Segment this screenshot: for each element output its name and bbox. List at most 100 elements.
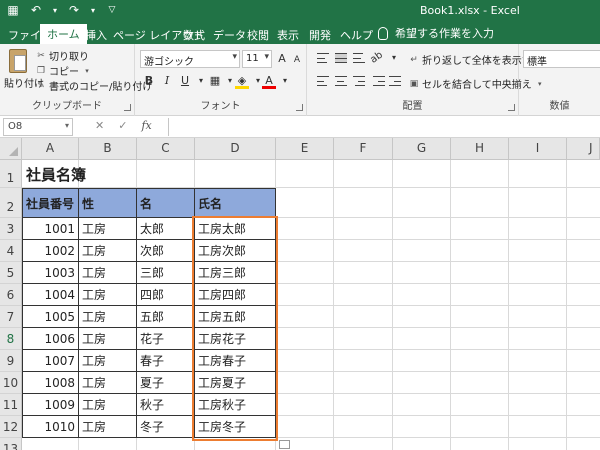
row-header-11[interactable]: 11 (0, 394, 22, 416)
copy-button[interactable]: ❐ コピー ▾ (36, 63, 92, 79)
redo-icon[interactable]: ↷ (67, 3, 81, 17)
column-header-j[interactable]: J (567, 138, 600, 160)
align-center-icon[interactable] (335, 76, 347, 86)
cell-given-name[interactable]: 太郎 (136, 217, 195, 240)
font-color-button[interactable]: A (262, 73, 276, 89)
font-size-select[interactable]: 11 ▾ (242, 50, 272, 68)
orientation-icon[interactable]: ab (367, 47, 388, 68)
cell-employee-id[interactable]: 1010 (22, 415, 79, 438)
row-header-13[interactable]: 13 (0, 438, 22, 450)
sheet-title-cell[interactable]: 社員名簿 (22, 160, 172, 188)
cell-surname[interactable]: 工房 (78, 305, 137, 328)
column-header-e[interactable]: E (276, 138, 334, 160)
tab-developer[interactable]: 開発 (309, 25, 331, 45)
underline-button[interactable]: U (178, 73, 192, 89)
insert-function-icon[interactable]: fx (141, 119, 151, 132)
cell-employee-id[interactable]: 1005 (22, 305, 79, 328)
column-header-f[interactable]: F (334, 138, 393, 160)
cell-surname[interactable]: 工房 (78, 371, 137, 394)
cell-given-name[interactable]: 秋子 (136, 393, 195, 416)
cell-given-name[interactable]: 夏子 (136, 371, 195, 394)
cell-given-name[interactable]: 四郎 (136, 283, 195, 306)
cell-employee-id[interactable]: 1003 (22, 261, 79, 284)
align-left-icon[interactable] (317, 76, 329, 86)
tell-me-box[interactable]: 希望する作業を入力 (378, 25, 494, 41)
tab-home[interactable]: ホーム (40, 24, 87, 44)
column-header-d[interactable]: D (195, 138, 276, 160)
column-header-i[interactable]: I (509, 138, 567, 160)
italic-button[interactable]: I (160, 73, 174, 89)
cell-employee-id[interactable]: 1004 (22, 283, 79, 306)
column-header-c[interactable]: C (137, 138, 195, 160)
tab-insert[interactable]: 挿入 (85, 25, 107, 45)
chevron-down-icon[interactable]: ▾ (194, 73, 208, 89)
undo-icon[interactable]: ↶ (29, 3, 43, 17)
tab-review[interactable]: 校閲 (247, 25, 269, 45)
bold-button[interactable]: B (142, 73, 156, 89)
clipboard-launcher-icon[interactable] (124, 104, 131, 111)
row-header-8[interactable]: 8 (0, 328, 22, 350)
column-header-h[interactable]: H (451, 138, 509, 160)
row-header-2[interactable]: 2 (0, 188, 22, 218)
chevron-down-icon[interactable]: ▾ (278, 73, 292, 89)
cell-given-name[interactable]: 五郎 (136, 305, 195, 328)
save-icon[interactable]: ▦ (6, 3, 20, 17)
row-header-10[interactable]: 10 (0, 372, 22, 394)
chevron-down-icon[interactable]: ▾ (387, 50, 401, 66)
cell-surname[interactable]: 工房 (78, 393, 137, 416)
select-all-corner[interactable] (0, 138, 22, 160)
cut-button[interactable]: ✂ 切り取り (36, 48, 89, 64)
cell-given-name[interactable]: 三郎 (136, 261, 195, 284)
cell-employee-id[interactable]: 1008 (22, 371, 79, 394)
confirm-icon[interactable]: ✓ (118, 119, 127, 132)
cell-given-name[interactable]: 冬子 (136, 415, 195, 438)
row-header-3[interactable]: 3 (0, 218, 22, 240)
name-box[interactable]: O8 ▾ (3, 118, 73, 136)
borders-icon[interactable]: ▦ (208, 73, 222, 89)
cell-given-name[interactable]: 次郎 (136, 239, 195, 262)
cell-surname[interactable]: 工房 (78, 415, 137, 438)
formula-input[interactable] (168, 118, 600, 136)
cell-employee-id[interactable]: 1002 (22, 239, 79, 262)
tab-view[interactable]: 表示 (277, 25, 299, 45)
cell-employee-id[interactable]: 1006 (22, 327, 79, 350)
row-header-12[interactable]: 12 (0, 416, 22, 438)
align-top-icon[interactable] (317, 53, 329, 63)
align-right-icon[interactable] (353, 76, 365, 86)
cell-given-name[interactable]: 花子 (136, 327, 195, 350)
cell-employee-id[interactable]: 1007 (22, 349, 79, 372)
undo-dropdown-icon[interactable]: ▾ (52, 3, 58, 17)
column-header-a[interactable]: A (22, 138, 79, 160)
row-header-6[interactable]: 6 (0, 284, 22, 306)
cell-employee-id[interactable]: 1001 (22, 217, 79, 240)
increase-indent-icon[interactable] (389, 76, 401, 86)
paste-icon[interactable] (9, 49, 27, 73)
cell-surname[interactable]: 工房 (78, 261, 137, 284)
column-header-b[interactable]: B (79, 138, 137, 160)
cell-employee-id[interactable]: 1009 (22, 393, 79, 416)
column-header-g[interactable]: G (393, 138, 451, 160)
row-header-7[interactable]: 7 (0, 306, 22, 328)
cell-surname[interactable]: 工房 (78, 217, 137, 240)
tab-data[interactable]: データ (213, 25, 246, 45)
align-middle-icon[interactable] (335, 53, 347, 63)
header-cell-surname[interactable]: 性 (78, 188, 137, 218)
redo-dropdown-icon[interactable]: ▾ (90, 3, 96, 17)
cell-surname[interactable]: 工房 (78, 327, 137, 350)
header-cell-full-name[interactable]: 氏名 (194, 188, 276, 218)
decrease-indent-icon[interactable] (373, 76, 385, 86)
cell-surname[interactable]: 工房 (78, 349, 137, 372)
cancel-icon[interactable]: ✕ (95, 119, 104, 132)
font-name-select[interactable]: 游ゴシック ▾ (140, 50, 240, 68)
cell-given-name[interactable]: 春子 (136, 349, 195, 372)
header-cell-given-name[interactable]: 名 (136, 188, 195, 218)
fill-color-icon[interactable]: ◈ (235, 73, 249, 89)
header-cell-employee-id[interactable]: 社員番号 (22, 188, 79, 218)
row-header-5[interactable]: 5 (0, 262, 22, 284)
quick-analysis-icon[interactable] (279, 440, 290, 449)
spreadsheet-grid[interactable]: A B C D E F G H I J 1 2 3 4 5 6 7 8 9 10… (0, 138, 600, 450)
shrink-font-button[interactable]: A (290, 52, 304, 68)
customize-qat-icon[interactable]: ▽ (105, 3, 119, 17)
alignment-launcher-icon[interactable] (508, 104, 515, 111)
align-bottom-icon[interactable] (353, 53, 365, 63)
